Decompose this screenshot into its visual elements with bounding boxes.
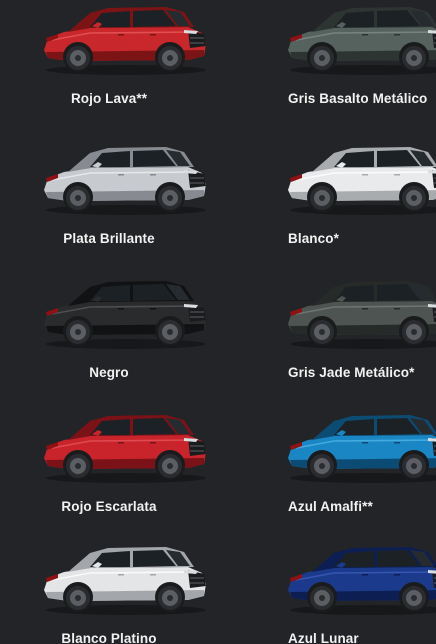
car-image [282, 274, 436, 350]
car-image [282, 0, 436, 76]
color-option-negro[interactable]: Negro [0, 274, 218, 408]
color-label: Azul Amalfi** [288, 499, 373, 514]
color-label: Blanco Platino [61, 631, 157, 644]
color-label: Gris Jade Metálico* [288, 365, 415, 380]
car-image [38, 274, 210, 350]
color-option-blanco-platino[interactable]: Blanco Platino [0, 540, 218, 644]
color-option-gris-basalto-metalico[interactable]: Gris Basalto Metálico [218, 0, 436, 134]
car-image [38, 540, 210, 616]
color-option-plata-brillante[interactable]: Plata Brillante [0, 140, 218, 274]
color-option-gris-jade-metalico[interactable]: Gris Jade Metálico* [218, 274, 436, 408]
car-image [282, 540, 436, 616]
car-image [38, 140, 210, 216]
color-label: Azul Lunar [288, 631, 359, 644]
color-option-rojo-lava[interactable]: Rojo Lava** [0, 0, 218, 134]
color-label: Negro [89, 365, 129, 380]
color-option-rojo-escarlata[interactable]: Rojo Escarlata [0, 408, 218, 542]
color-label: Plata Brillante [63, 231, 155, 246]
color-label: Gris Basalto Metálico [288, 91, 428, 106]
car-image [282, 408, 436, 484]
car-image [38, 408, 210, 484]
color-label: Rojo Lava** [70, 91, 148, 106]
color-option-azul-lunar[interactable]: Azul Lunar [218, 540, 436, 644]
color-option-blanco[interactable]: Blanco* [218, 140, 436, 274]
color-label: Rojo Escarlata [61, 499, 157, 514]
color-option-azul-amalfi[interactable]: Azul Amalfi** [218, 408, 436, 542]
car-image [38, 0, 210, 76]
color-swatch-grid: Rojo Lava** Gris Basalto Metálico Plata … [0, 0, 436, 644]
color-label: Blanco* [288, 231, 339, 246]
car-image [282, 140, 436, 216]
